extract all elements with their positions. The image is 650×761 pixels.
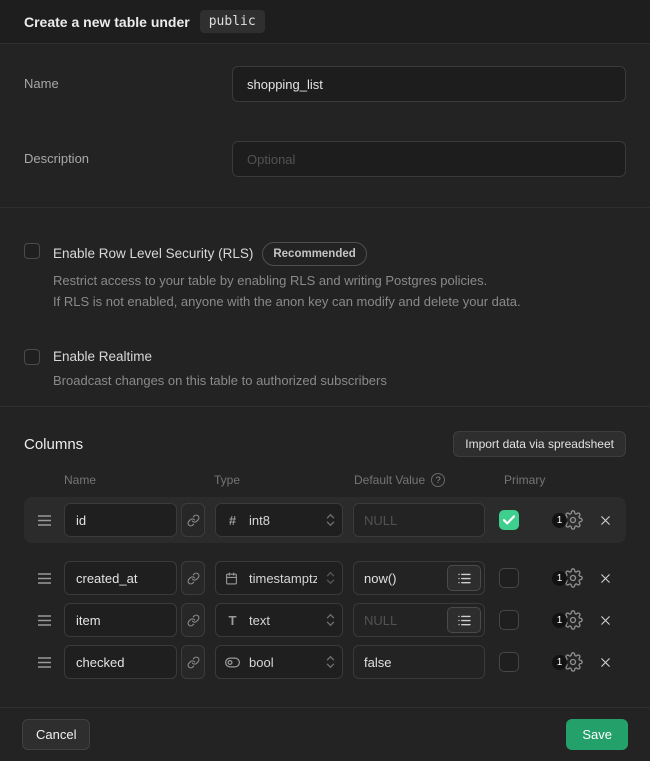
rls-texts: Enable Row Level Security (RLS) Recommen…: [53, 242, 521, 312]
rls-label: Enable Row Level Security (RLS): [53, 245, 253, 263]
column-row-item: T text 1: [24, 599, 626, 641]
create-table-dialog: Create a new table under public Name Des…: [0, 0, 650, 761]
dialog-footer: Cancel Save: [0, 707, 650, 761]
dialog-header: Create a new table under public: [0, 0, 650, 44]
column-type-label: bool: [249, 655, 317, 670]
chevron-updown-icon: [326, 613, 335, 627]
column-type-label: timestamptz: [249, 571, 317, 586]
table-name-input[interactable]: [232, 66, 626, 102]
column-settings-button[interactable]: 1: [552, 510, 583, 530]
remove-column-button[interactable]: [598, 513, 613, 528]
header-type: Type: [214, 473, 240, 487]
column-type-select[interactable]: bool: [215, 645, 343, 679]
recommended-badge: Recommended: [262, 242, 366, 266]
column-row-id: # int8 1: [24, 497, 626, 543]
close-icon: [598, 571, 613, 586]
close-icon: [598, 655, 613, 670]
column-type-select[interactable]: # int8: [215, 503, 343, 537]
chevron-updown-icon: [326, 513, 335, 527]
remove-column-button[interactable]: [598, 655, 613, 670]
realtime-description: Broadcast changes on this table to autho…: [53, 370, 387, 391]
default-value-wrap: [353, 503, 485, 537]
default-value-input[interactable]: [353, 503, 485, 537]
default-value-wrap: [353, 645, 485, 679]
default-value-menu-button[interactable]: [447, 607, 481, 633]
drag-handle-icon[interactable]: [24, 656, 64, 669]
dialog-title: Create a new table under: [24, 14, 190, 30]
description-row: Description: [24, 141, 626, 177]
primary-checkbox[interactable]: [499, 510, 519, 530]
column-type-select[interactable]: timestamptz: [215, 561, 343, 595]
drag-handle-icon[interactable]: [24, 514, 64, 527]
realtime-checkbox[interactable]: [24, 349, 40, 365]
hash-icon: #: [225, 513, 240, 528]
column-type-label: text: [249, 613, 317, 628]
drag-handle-icon[interactable]: [24, 614, 64, 627]
close-icon: [598, 613, 613, 628]
primary-checkbox[interactable]: [499, 652, 519, 672]
table-description-input[interactable]: [232, 141, 626, 177]
chevron-updown-icon: [326, 571, 335, 585]
columns-heading: Columns: [24, 436, 83, 453]
primary-checkbox[interactable]: [499, 610, 519, 630]
realtime-texts: Enable Realtime Broadcast changes on thi…: [53, 348, 387, 391]
rls-label-row: Enable Row Level Security (RLS) Recommen…: [53, 242, 521, 266]
realtime-toggle-group: Enable Realtime Broadcast changes on thi…: [24, 348, 626, 391]
settings-count-badge: 1: [552, 513, 567, 528]
rls-checkbox[interactable]: [24, 243, 40, 259]
foreign-key-button[interactable]: [181, 645, 205, 679]
list-icon: [458, 615, 471, 626]
name-label: Name: [24, 66, 232, 91]
column-settings-button[interactable]: 1: [552, 568, 583, 588]
settings-count-badge: 1: [552, 571, 567, 586]
list-icon: [458, 573, 471, 584]
help-icon[interactable]: ?: [431, 473, 445, 487]
remove-column-button[interactable]: [598, 571, 613, 586]
column-name-input[interactable]: [64, 503, 177, 537]
column-name-input[interactable]: [64, 561, 177, 595]
drag-handle-icon[interactable]: [24, 572, 64, 585]
settings-count-badge: 1: [552, 613, 567, 628]
header-name: Name: [64, 473, 96, 487]
columns-rows: # int8 1: [24, 497, 626, 683]
default-value-menu-button[interactable]: [447, 565, 481, 591]
save-button[interactable]: Save: [566, 719, 628, 750]
schema-badge: public: [200, 10, 265, 33]
column-row-checked: bool 1: [24, 641, 626, 683]
calendar-icon: [225, 572, 240, 585]
column-name-input[interactable]: [64, 645, 177, 679]
description-label: Description: [24, 141, 232, 166]
default-value-input[interactable]: [353, 645, 485, 679]
cancel-button[interactable]: Cancel: [22, 719, 90, 750]
table-info-section: Name Description: [0, 44, 650, 208]
chevron-updown-icon: [326, 655, 335, 669]
realtime-label: Enable Realtime: [53, 348, 152, 366]
foreign-key-button[interactable]: [181, 561, 205, 595]
rls-toggle-group: Enable Row Level Security (RLS) Recommen…: [24, 242, 626, 312]
column-settings-button[interactable]: 1: [552, 652, 583, 672]
rls-description: Restrict access to your table by enablin…: [53, 270, 521, 312]
foreign-key-button[interactable]: [181, 503, 205, 537]
default-value-wrap: [353, 603, 485, 637]
table-options-section: Enable Row Level Security (RLS) Recommen…: [0, 208, 650, 407]
import-spreadsheet-button[interactable]: Import data via spreadsheet: [453, 431, 626, 457]
header-default-value: Default Value ?: [354, 473, 445, 487]
name-row: Name: [24, 66, 626, 102]
close-icon: [598, 513, 613, 528]
column-type-label: int8: [249, 513, 317, 528]
primary-checkbox[interactable]: [499, 568, 519, 588]
header-primary: Primary: [504, 473, 545, 487]
column-row-created-at: timestamptz 1: [24, 557, 626, 599]
settings-count-badge: 1: [552, 655, 567, 670]
default-value-wrap: [353, 561, 485, 595]
remove-column-button[interactable]: [598, 613, 613, 628]
text-icon: T: [225, 613, 240, 628]
column-type-select[interactable]: T text: [215, 603, 343, 637]
toggle-icon: [225, 657, 240, 668]
column-settings-button[interactable]: 1: [552, 610, 583, 630]
column-name-input[interactable]: [64, 603, 177, 637]
columns-section: Columns Import data via spreadsheet Name…: [0, 407, 650, 707]
foreign-key-button[interactable]: [181, 603, 205, 637]
columns-table-headers: Name Type Default Value ? Primary: [24, 473, 626, 487]
